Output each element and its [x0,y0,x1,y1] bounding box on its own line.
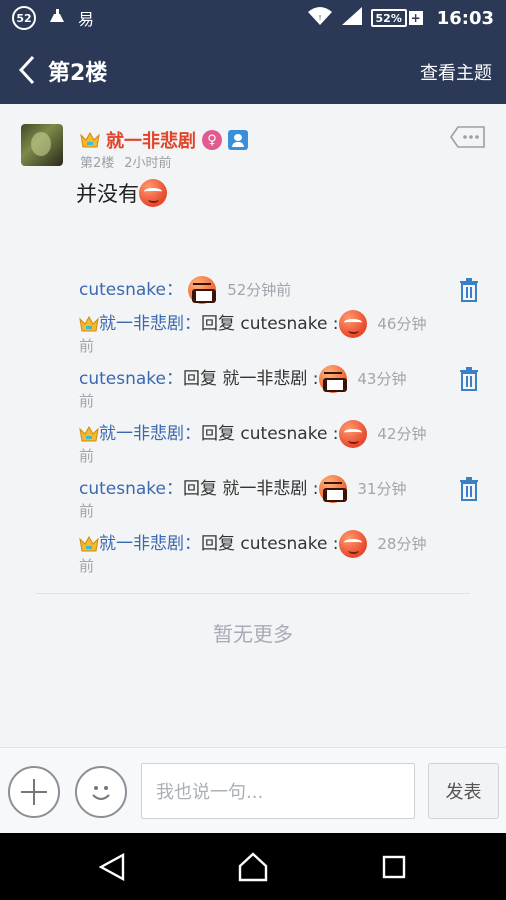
comment-time-cont: 前 [79,502,95,520]
post-author-row: 就一非悲剧 ♀ [80,127,248,153]
page-title: 第2楼 [48,61,108,86]
reply-target: 就一非悲剧 [222,369,308,389]
comment-user[interactable]: 就一非悲剧 [99,314,184,334]
reply-word: 回复 [183,369,223,389]
comment-time: 31分钟 [357,480,407,498]
comment-user[interactable]: 就一非悲剧 [99,424,184,444]
charging-icon: + [408,11,423,25]
status-indicators: ! 52% + 16:03 [307,6,494,30]
top-bar: 52 易 ! 52% + 16:03 第2楼 查看主题 [0,0,506,104]
crown-icon [80,132,100,148]
comment-separator: ： [184,314,201,334]
post-meta: 第2楼 2小时前 [80,152,172,171]
reply-word: 回复 [201,534,241,554]
smirk-icon [139,179,167,207]
comment-time-cont: 前 [79,337,95,355]
delete-icon[interactable] [459,367,479,391]
send-button[interactable]: 发表 [428,763,499,819]
comment-item[interactable]: 就一非悲剧：回复 cutesnake : 46分钟 前 [79,310,479,365]
back-button[interactable] [12,52,42,88]
comment-separator: ： [166,280,183,300]
post-author-name[interactable]: 就一非悲剧 [106,127,196,153]
comment-list: cutesnake： 52分钟前 就一非悲剧：回复 cutesnake : 46… [79,276,479,585]
comment-item[interactable]: cutesnake：回复 就一非悲剧 : 43分钟 前 [79,365,479,420]
reply-word: 回复 [183,479,223,499]
crown-icon [79,316,99,332]
notification-area: 52 易 [12,6,94,30]
comment-item[interactable]: 就一非悲剧：回复 cutesnake : 28分钟 前 [79,530,479,585]
smirk-icon [338,310,367,338]
no-more-label: 暂无更多 [213,622,293,646]
composer-bar: 我也说一句... 发表 [0,747,506,833]
svg-text:!: ! [318,14,321,22]
floor-label: 第2楼 [80,156,115,171]
comment-time-cont: 前 [79,557,95,575]
system-nav-bar [0,833,506,900]
comment-item[interactable]: cutesnake：回复 就一非悲剧 : 31分钟 前 [79,475,479,530]
grin-icon [188,276,217,304]
comment-time: 28分钟 [377,535,427,553]
status-bar: 52 易 ! 52% + 16:03 [0,0,506,36]
chevron-left-icon [19,55,35,85]
clock: 16:03 [436,7,494,29]
profile-card-icon[interactable] [228,130,248,150]
nav-back-icon[interactable] [92,849,132,885]
comment-separator: ： [184,534,201,554]
emoji-button[interactable] [75,766,127,818]
cleaner-icon [48,8,66,28]
notification-count-badge: 52 [12,6,36,30]
smiley-icon [92,786,110,800]
reply-target: cutesnake [240,534,328,554]
title-bar: 第2楼 查看主题 [0,36,506,104]
wifi-icon: ! [307,6,333,30]
more-options-icon[interactable] [450,126,486,148]
view-topic-button[interactable]: 查看主题 [420,59,492,85]
comment-time: 42分钟 [377,425,427,443]
nav-home-icon[interactable] [233,849,273,885]
comment-separator: ： [166,479,183,499]
grin-icon [318,475,347,503]
reply-target: 就一非悲剧 [222,479,308,499]
post-time: 2小时前 [124,156,172,171]
plus-icon [21,779,47,805]
grin-icon [318,365,347,393]
comment-item[interactable]: cutesnake： 52分钟前 [79,276,479,310]
comment-separator: ： [166,369,183,389]
comment-time-cont: 前 [79,392,95,410]
comment-user[interactable]: cutesnake [79,280,166,300]
crown-icon [79,536,99,552]
comment-time: 52分钟前 [227,281,292,299]
battery-indicator: 52% + [370,9,423,27]
reply-target: cutesnake [240,314,328,334]
nav-recents-icon[interactable] [374,849,414,885]
reply-word: 回复 [201,314,241,334]
signal-icon [341,6,363,30]
comment-time-cont: 前 [79,447,95,465]
comment-input[interactable]: 我也说一句... [141,763,415,819]
delete-icon[interactable] [459,477,479,501]
comment-item[interactable]: 就一非悲剧：回复 cutesnake : 42分钟 前 [79,420,479,475]
post-content: 并没有 [76,178,167,208]
add-button[interactable] [8,766,60,818]
battery-level: 52% [370,9,407,27]
delete-icon[interactable] [459,278,479,302]
comment-user[interactable]: 就一非悲剧 [99,534,184,554]
female-icon: ♀ [202,130,222,150]
avatar[interactable] [21,124,63,166]
comment-user[interactable]: cutesnake [79,369,166,389]
screen: 52 易 ! 52% + 16:03 第2楼 查看主题 就一非悲剧 ♀ 第2楼 … [0,0,506,900]
crown-icon [79,426,99,442]
comment-user[interactable]: cutesnake [79,479,166,499]
reply-word: 回复 [201,424,241,444]
divider [36,593,470,594]
reply-target: cutesnake [240,424,328,444]
app-notification-icon: 易 [78,10,95,29]
smirk-icon [338,420,367,448]
smirk-icon [338,530,367,558]
comment-time: 43分钟 [357,370,407,388]
comment-time: 46分钟 [377,315,427,333]
comment-separator: ： [184,424,201,444]
post-text: 并没有 [76,182,139,206]
